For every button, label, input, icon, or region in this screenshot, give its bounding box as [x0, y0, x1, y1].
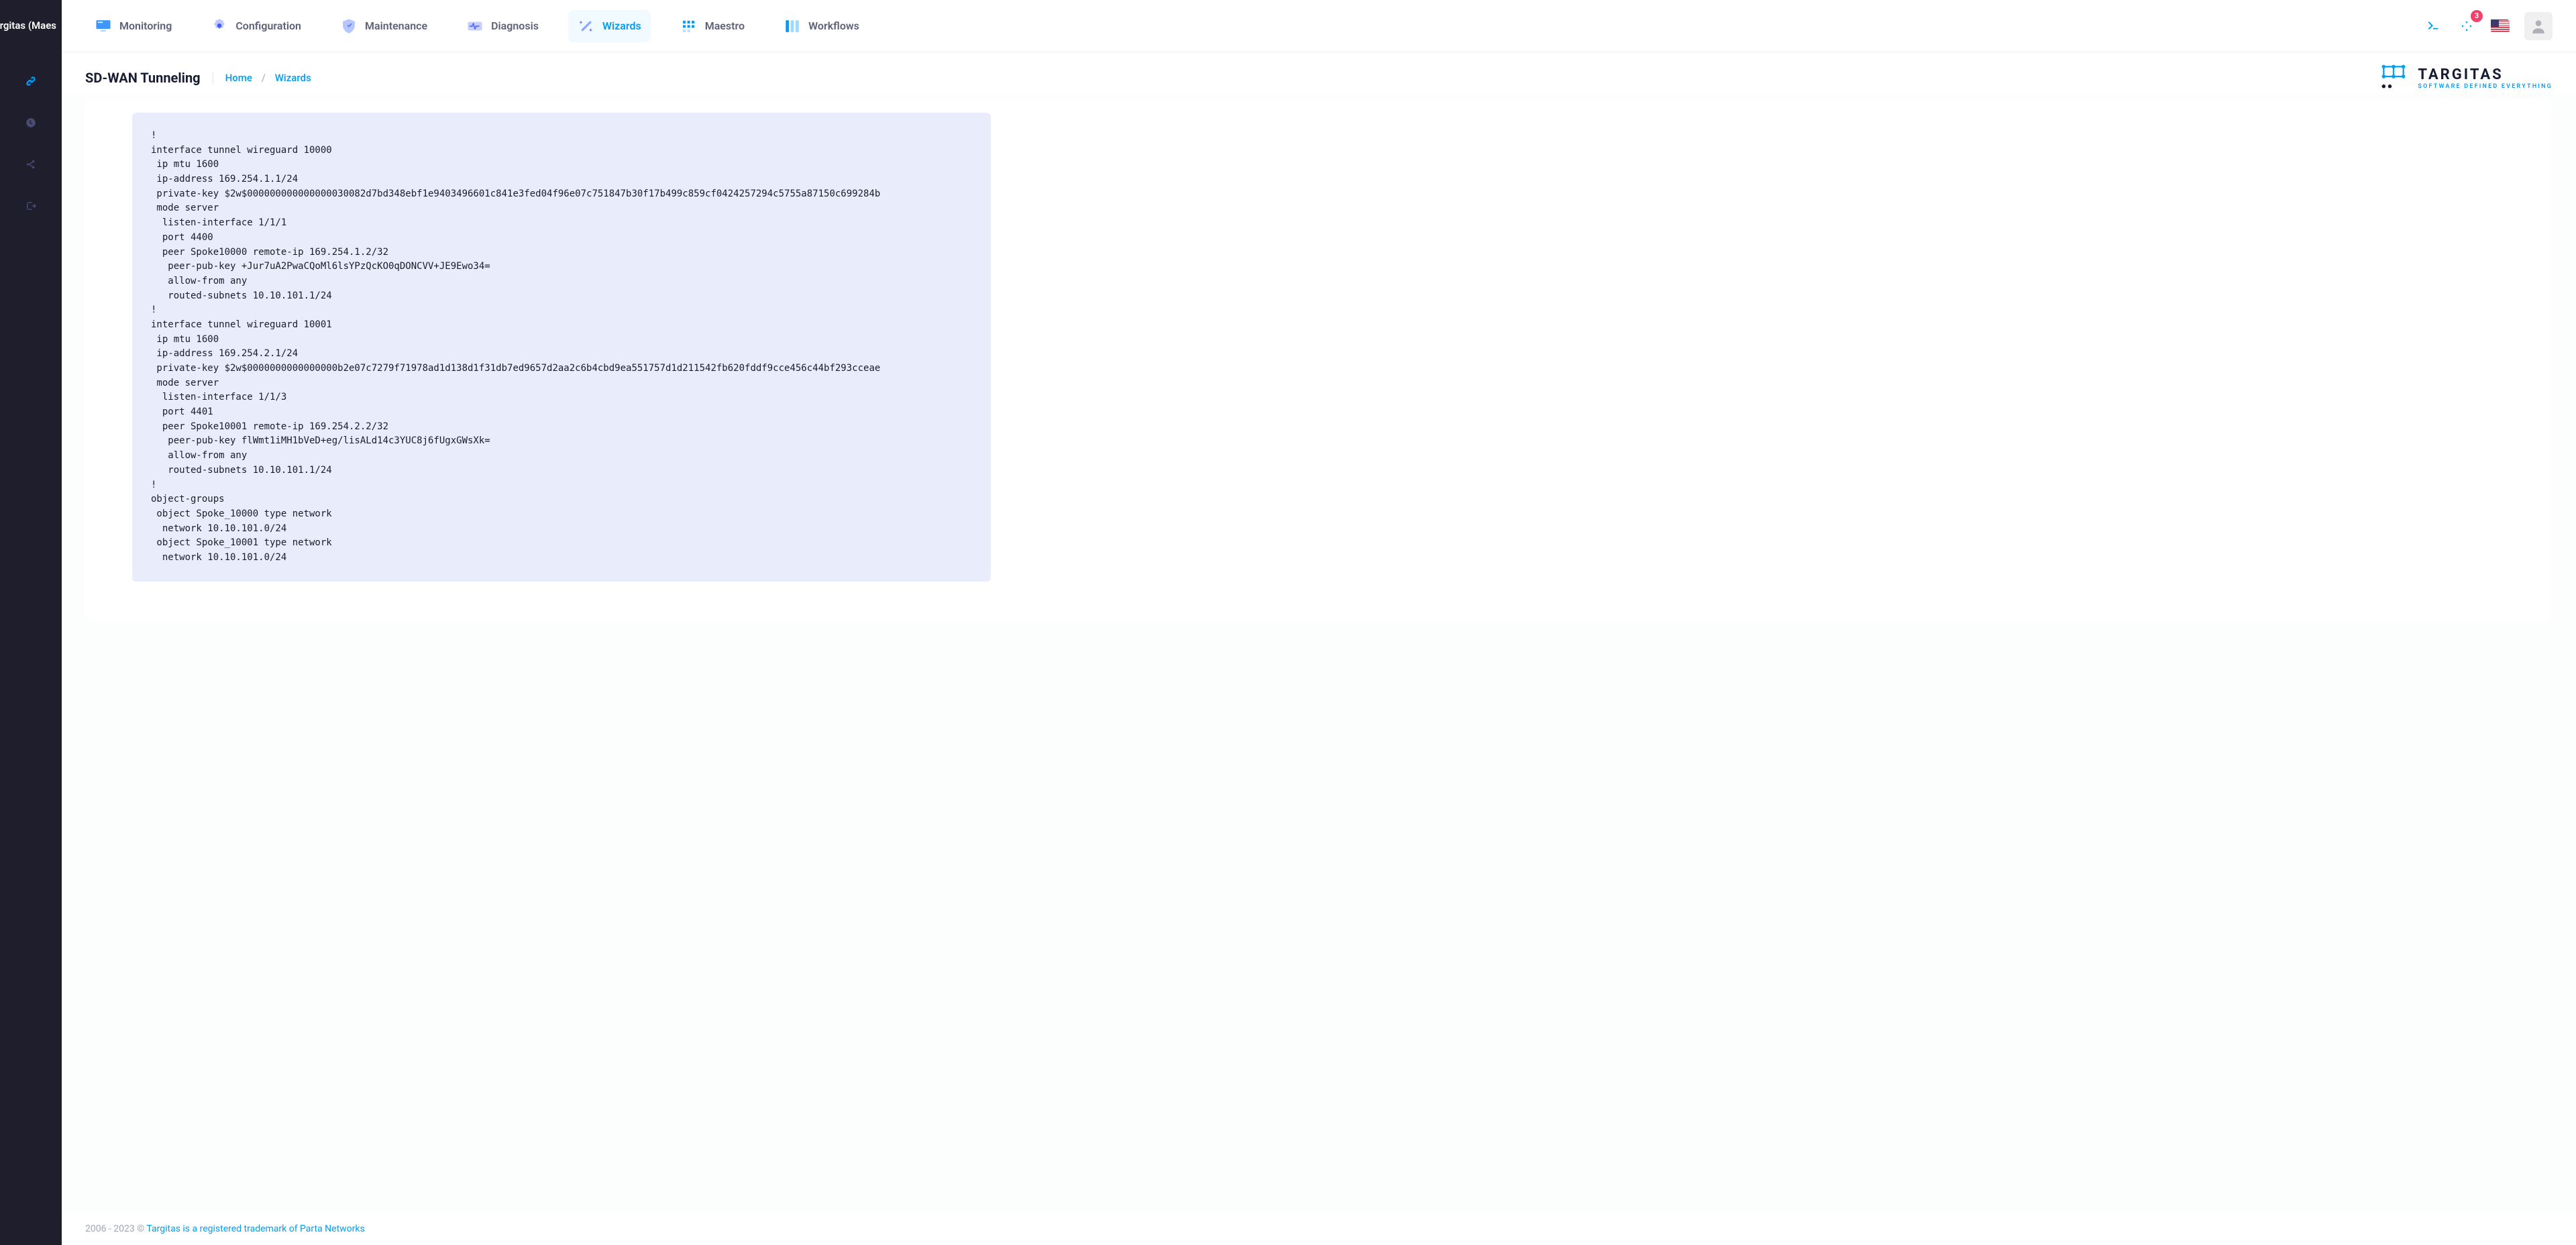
- brand-name: TARGITAS: [2418, 66, 2553, 83]
- nav-monitoring[interactable]: Monitoring: [85, 10, 181, 42]
- nav-maintenance-label: Maintenance: [365, 19, 427, 32]
- nav-maestro[interactable]: Maestro: [671, 10, 754, 42]
- page-header: SD-WAN Tunneling Home / Wizards: [62, 52, 2576, 94]
- nav-configuration-label: Configuration: [235, 19, 301, 32]
- sidebar-nav: [0, 50, 62, 218]
- config-card: ! interface tunnel wireguard 10000 ip mt…: [85, 99, 2553, 622]
- nav-wizards[interactable]: Wizards: [568, 10, 651, 42]
- flag-us-icon: [2491, 19, 2510, 33]
- notification-badge: 3: [2471, 10, 2483, 22]
- brand-block: TARGITAS SOFTWARE DEFINED EVERYTHING: [2379, 62, 2553, 94]
- user-avatar[interactable]: [2524, 12, 2553, 40]
- sidebar-item-link[interactable]: [19, 69, 43, 93]
- nav-configuration[interactable]: Configuration: [201, 10, 311, 42]
- magic-wand-icon: [578, 17, 595, 35]
- breadcrumb: SD-WAN Tunneling Home / Wizards: [85, 70, 311, 86]
- avatar-icon: [2530, 17, 2547, 35]
- nav-monitoring-label: Monitoring: [119, 19, 172, 32]
- language-button[interactable]: [2491, 17, 2510, 36]
- top-nav: Monitoring Configuration Maintenance Dia…: [62, 0, 2576, 52]
- clock-icon: [25, 117, 37, 129]
- brand-tagline: SOFTWARE DEFINED EVERYTHING: [2418, 83, 2553, 90]
- app-container: Monitoring Configuration Maintenance Dia…: [62, 0, 2576, 1245]
- sidebar-brand-truncated: rgitas (Maes: [0, 0, 62, 50]
- crumb-separator: /: [262, 72, 266, 84]
- terminal-icon: [2426, 19, 2440, 34]
- top-actions: 3: [2424, 12, 2553, 40]
- sidebar-item-logout[interactable]: [19, 194, 43, 218]
- sidebar: rgitas (Maes: [0, 0, 62, 1245]
- grid-icon: [680, 17, 698, 35]
- nav-wizards-label: Wizards: [602, 19, 641, 32]
- share-icon: [25, 158, 37, 170]
- page-title: SD-WAN Tunneling: [85, 70, 201, 86]
- columns-icon: [784, 17, 801, 35]
- nav-maintenance[interactable]: Maintenance: [331, 10, 437, 42]
- footer-years: 2006 - 2023 ©: [85, 1224, 144, 1234]
- monitor-icon: [95, 17, 112, 35]
- shield-check-icon: [340, 17, 358, 35]
- sidebar-item-history[interactable]: [19, 111, 43, 135]
- brand-logo-icon: [2379, 62, 2408, 94]
- content-scroll[interactable]: ! interface tunnel wireguard 10000 ip mt…: [62, 94, 2576, 1212]
- nav-diagnosis[interactable]: Diagnosis: [457, 10, 548, 42]
- footer-text: Targitas is a registered trademark of Pa…: [146, 1224, 364, 1234]
- nav-diagnosis-label: Diagnosis: [491, 19, 539, 32]
- sidebar-item-share[interactable]: [19, 152, 43, 176]
- apps-icon: [2460, 19, 2473, 33]
- gear-icon: [211, 17, 228, 35]
- logout-icon: [25, 200, 37, 212]
- activity-icon: [466, 17, 484, 35]
- link-icon: [25, 75, 37, 87]
- apps-button[interactable]: 3: [2457, 17, 2476, 36]
- top-menu: Monitoring Configuration Maintenance Dia…: [85, 10, 2416, 42]
- crumb-wizards[interactable]: Wizards: [275, 72, 311, 84]
- crumb-home[interactable]: Home: [225, 72, 252, 84]
- nav-workflows[interactable]: Workflows: [774, 10, 869, 42]
- nav-maestro-label: Maestro: [705, 19, 745, 32]
- config-output[interactable]: ! interface tunnel wireguard 10000 ip mt…: [132, 113, 991, 582]
- footer: 2006 - 2023 © Targitas is a registered t…: [62, 1212, 2576, 1245]
- nav-workflows-label: Workflows: [808, 19, 859, 32]
- terminal-button[interactable]: [2424, 17, 2443, 36]
